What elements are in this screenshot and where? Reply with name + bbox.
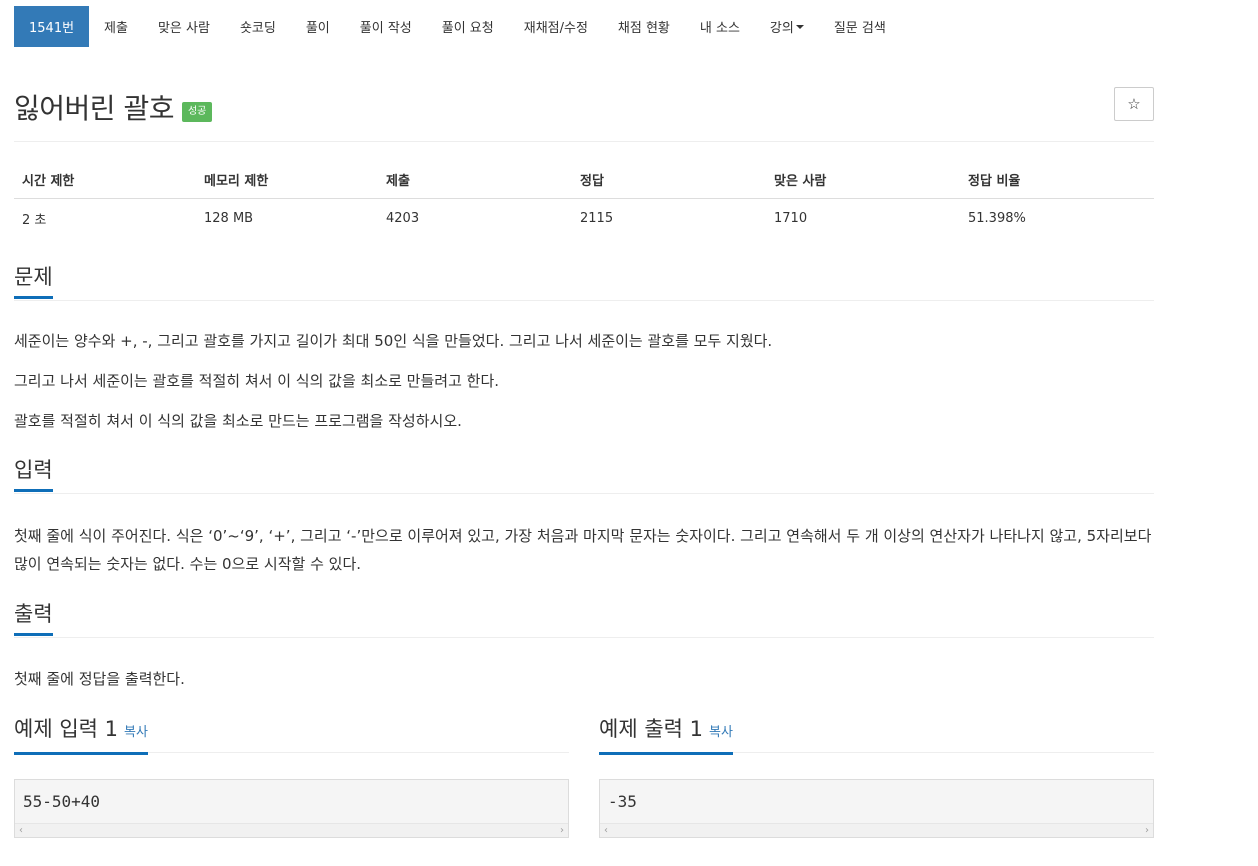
scroll-right-icon[interactable]: › [560,824,564,837]
section-title: 문제 [14,264,53,299]
description-paragraph: 세준이는 양수와 +, -, 그리고 괄호를 가지고 길이가 최대 50인 식을… [14,332,773,350]
description-paragraph: 괄호를 적절히 쳐서 이 식의 값을 최소로 만드는 프로그램을 작성하시오. [14,412,462,430]
nav-item-my-source[interactable]: 내 소스 [685,6,755,47]
nav-label: 풀이 작성 [359,21,412,36]
description-heading: 문제 [14,264,1154,301]
sample-input-code: 55-50+40 [23,792,101,811]
section-title: 예제 입력 1 복사 [14,716,148,755]
description-paragraph: 그리고 나서 세준이는 괄호를 적절히 쳐서 이 식의 값을 최소로 만들려고 … [14,372,500,390]
copy-sample-input-button[interactable]: 복사 [124,725,148,740]
section-title: 입력 [14,457,53,492]
horizontal-scrollbar[interactable]: ‹ › [600,823,1153,837]
output-heading: 출력 [14,601,1154,638]
nav-item-solutions[interactable]: 풀이 [291,6,345,47]
problem-title: 잃어버린 괄호 [14,92,174,125]
nav-label: 숏코딩 [239,21,276,36]
caret-down-icon [795,24,804,29]
col-time-limit: 시간 제한 [14,162,196,199]
col-submissions: 제출 [378,162,572,199]
table-header-row: 시간 제한 메모리 제한 제출 정답 맞은 사람 정답 비율 [14,162,1154,199]
nav-item-request-solution[interactable]: 풀이 요청 [427,6,509,47]
sample-input-heading: 예제 입력 1 복사 [14,716,569,755]
nav-item-write-solution[interactable]: 풀이 작성 [345,6,427,47]
nav-item-short-coding[interactable]: 숏코딩 [225,6,291,47]
nav-item-problem[interactable]: 1541번 [14,6,90,47]
input-description: 첫째 줄에 식이 주어진다. 식은 ‘0’~‘9’, ‘+’, 그리고 ‘-’만… [14,527,1152,573]
nav-label: 제출 [104,21,128,36]
nav-item-lectures-dropdown[interactable]: 강의 [755,6,819,47]
star-icon: ☆ [1127,96,1141,113]
sample-output-box: -35 ‹ › [599,779,1154,838]
sample-input-title: 예제 입력 1 [14,717,118,741]
nav-label: 채점 현황 [617,21,670,36]
submissions-value: 4203 [386,211,420,226]
problem-info-table: 시간 제한 메모리 제한 제출 정답 맞은 사람 정답 비율 2 초 128 M… [14,162,1154,238]
nav-label: 내 소스 [699,21,740,36]
accepted-value: 2115 [580,211,614,226]
section-title: 출력 [14,601,53,636]
scroll-left-icon[interactable]: ‹ [19,824,23,837]
scroll-left-icon[interactable]: ‹ [604,824,608,837]
favorite-button[interactable]: ☆ [1114,87,1154,121]
problem-nav: 1541번 제출 맞은 사람 숏코딩 풀이 풀이 작성 풀이 요청 재채점/수정… [14,6,901,47]
nav-item-question-search[interactable]: 질문 검색 [819,6,901,47]
solved-users-value: 1710 [774,211,808,226]
input-heading: 입력 [14,457,1154,494]
nav-item-submit[interactable]: 제출 [89,6,143,47]
sample-output-heading: 예제 출력 1 복사 [599,716,1154,755]
horizontal-scrollbar[interactable]: ‹ › [15,823,568,837]
nav-label: 맞은 사람 [157,21,210,36]
sample-input-box: 55-50+40 ‹ › [14,779,569,838]
problem-title-row: 잃어버린 괄호 성공 [14,87,213,127]
accept-ratio-value: 51.398% [968,211,1026,226]
scroll-right-icon[interactable]: › [1145,824,1149,837]
output-description: 첫째 줄에 정답을 출력한다. [14,670,185,688]
col-accept-ratio: 정답 비율 [960,162,1154,199]
nav-label: 강의 [769,21,794,36]
memory-limit-value: 128 MB [204,211,254,226]
sample-output-title: 예제 출력 1 [599,717,703,741]
time-limit-value: 2 초 [22,213,47,228]
nav-item-status[interactable]: 채점 현황 [603,6,685,47]
nav-label: 풀이 요청 [441,21,494,36]
col-accepted: 정답 [572,162,766,199]
nav-item-rejudge[interactable]: 재채점/수정 [509,6,603,47]
col-solved-users: 맞은 사람 [766,162,960,199]
nav-item-solved-users[interactable]: 맞은 사람 [143,6,225,47]
nav-label: 재채점/수정 [523,21,588,36]
nav-label: 1541번 [29,21,75,36]
title-divider [14,141,1154,142]
nav-label: 풀이 [305,21,330,36]
sample-output-code: -35 [608,792,637,811]
copy-sample-output-button[interactable]: 복사 [709,725,733,740]
section-title: 예제 출력 1 복사 [599,716,733,755]
col-memory-limit: 메모리 제한 [196,162,378,199]
nav-label: 질문 검색 [833,21,886,36]
status-badge: 성공 [181,102,213,122]
table-row: 2 초 128 MB 4203 2115 1710 51.398% [14,199,1154,239]
